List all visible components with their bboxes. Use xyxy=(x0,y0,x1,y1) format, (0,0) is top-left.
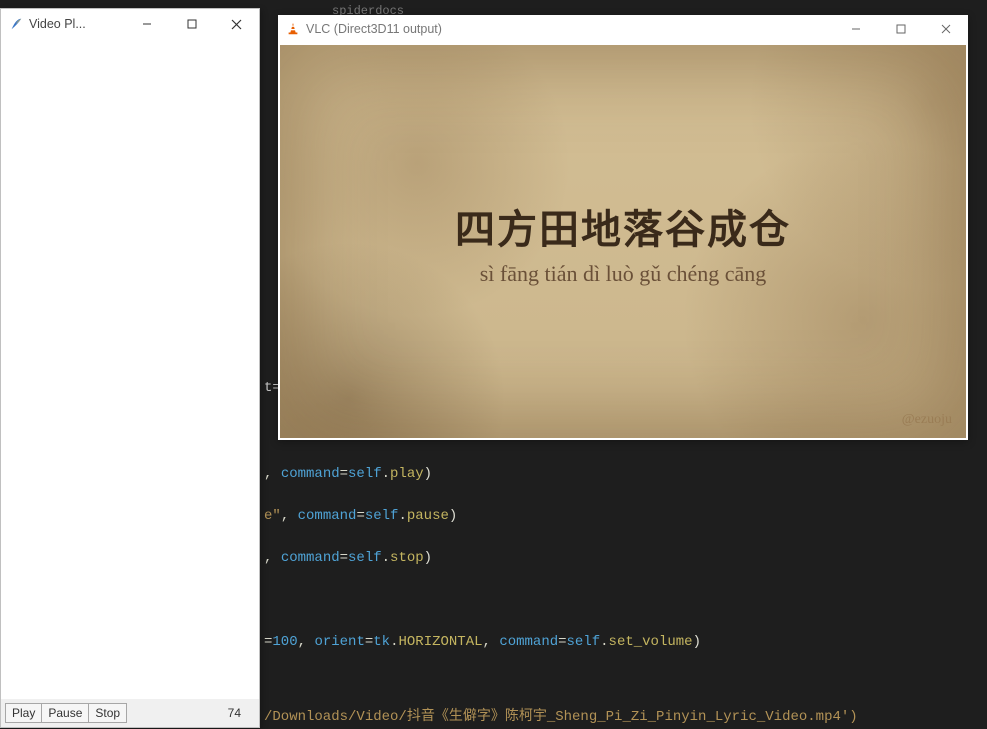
maximize-button[interactable] xyxy=(169,9,214,39)
vlc-cone-icon xyxy=(286,22,300,36)
tk-controls: Play Pause Stop 74 xyxy=(1,699,259,727)
stop-button[interactable]: Stop xyxy=(88,703,127,723)
code-line: e", command=self.pause) xyxy=(260,506,987,527)
pause-button[interactable]: Pause xyxy=(41,703,88,723)
vlc-video-area[interactable]: 四方田地落谷成仓 sì fāng tián dì luò gǔ chéng cā… xyxy=(280,45,966,438)
vlc-titlebar[interactable]: VLC (Direct3D11 output) xyxy=(278,15,968,43)
lyric-pinyin: sì fāng tián dì luò gǔ chéng cāng xyxy=(480,261,767,287)
video-frame: 四方田地落谷成仓 sì fāng tián dì luò gǔ chéng cā… xyxy=(280,45,966,438)
volume-value[interactable]: 74 xyxy=(228,706,255,720)
tk-feather-icon xyxy=(9,17,23,31)
lyric-chinese: 四方田地落谷成仓 xyxy=(455,197,791,255)
minimize-button[interactable] xyxy=(124,9,169,39)
tk-title-text: Video Pl... xyxy=(29,17,124,31)
tk-body xyxy=(1,39,259,699)
tk-titlebar[interactable]: Video Pl... xyxy=(1,9,259,39)
vlc-window: VLC (Direct3D11 output) 四方田地落谷成仓 sì fāng… xyxy=(278,15,968,440)
close-button[interactable] xyxy=(923,15,968,43)
tk-video-player-window: Video Pl... Play Pause Stop 74 xyxy=(0,8,260,728)
minimize-button[interactable] xyxy=(833,15,878,43)
code-line: , command=self.stop) xyxy=(260,548,987,569)
maximize-button[interactable] xyxy=(878,15,923,43)
play-button[interactable]: Play xyxy=(5,703,41,723)
close-button[interactable] xyxy=(214,9,259,39)
vlc-title-text: VLC (Direct3D11 output) xyxy=(306,22,833,36)
video-watermark: @ezuoju xyxy=(902,412,952,428)
code-line: =100, orient=tk.HORIZONTAL, command=self… xyxy=(260,632,987,653)
code-line: /Downloads/Video/抖音《生僻字》陈柯宇_Sheng_Pi_Zi_… xyxy=(260,707,987,728)
code-line: , command=self.play) xyxy=(260,464,987,485)
